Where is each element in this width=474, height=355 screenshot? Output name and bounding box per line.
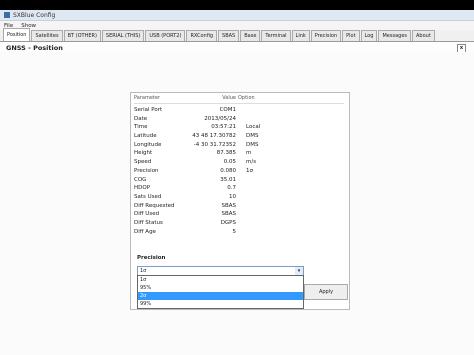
precision-option[interactable]: 95% <box>138 284 303 292</box>
row-option: DMS <box>246 141 259 148</box>
table-row: Time 03:57:21 Local <box>134 123 344 132</box>
row-value: 0.080 <box>220 167 236 174</box>
row-value: 03:57:21 <box>211 124 236 131</box>
tab-base[interactable]: Base <box>240 30 261 41</box>
table-row: Diff Age 5 <box>134 228 344 237</box>
table-header: Parameter Value Option <box>134 95 344 104</box>
row-value: 5 <box>232 228 237 235</box>
row-value: SBAS <box>221 202 236 209</box>
table-row: Diff Requested SBAS <box>134 202 344 211</box>
header-parameter: Parameter <box>134 95 161 101</box>
tab-position[interactable]: Position <box>3 28 31 41</box>
table-row: Sats Used 10 <box>134 193 344 202</box>
row-value: COM1 <box>219 107 236 113</box>
app-icon <box>4 12 10 18</box>
row-value: 35.01 <box>220 176 236 183</box>
tab-link[interactable]: Link <box>291 30 310 41</box>
row-option: DMS <box>246 133 259 140</box>
row-value: 87.385 <box>216 150 236 157</box>
row-value: 43 48 17.30782 <box>192 133 236 140</box>
precision-option[interactable]: 99% <box>138 300 303 308</box>
tab-plot[interactable]: Plot <box>342 30 360 41</box>
row-value: 0.7 <box>227 185 236 192</box>
table-body: Serial Port COM1 Date 2013/05/24 Time 03:57:2… <box>134 106 344 236</box>
row-value: -4 30 31.72352 <box>193 141 236 148</box>
row-value: 0.05 <box>223 159 236 166</box>
window-title: SXBlue Config <box>13 11 56 19</box>
table-row: Latitude 43 48 17.30782 DMS <box>134 132 344 141</box>
table-row: Height 87.385 m <box>134 149 344 158</box>
precision-dropdown-list: 1σ 95% 2σ 99% <box>137 275 304 309</box>
tab-satellites[interactable]: Satellites <box>31 30 63 41</box>
precision-option[interactable]: 1σ <box>138 276 303 284</box>
table-row: HDOP 0.7 <box>134 184 344 193</box>
precision-label: Precision <box>137 255 166 261</box>
table-row: COG 35.01 <box>134 176 344 185</box>
table-row: Longitude -4 30 31.72352 DMS <box>134 141 344 150</box>
tab-sbas[interactable]: SBAS <box>218 30 240 41</box>
tab-serial-this[interactable]: SERIAL (THIS) <box>101 30 145 41</box>
row-value: 2013/05/24 <box>204 115 236 122</box>
row-option: Local <box>246 124 261 131</box>
tab-terminal[interactable]: Terminal <box>261 30 291 41</box>
row-value: DGPS <box>220 219 236 226</box>
tab-usb-port2[interactable]: USB (PORT2) <box>145 30 186 41</box>
apply-button[interactable]: Apply <box>304 284 348 300</box>
chevron-down-icon[interactable]: ▾ <box>295 267 303 275</box>
table-row: Speed 0.05 m/s <box>134 158 344 167</box>
tab-about[interactable]: About <box>412 30 435 41</box>
row-option: m/s <box>246 159 257 166</box>
tab-bt-other[interactable]: BT (OTHER) <box>63 30 101 41</box>
precision-option-highlighted[interactable]: 2σ <box>138 292 303 300</box>
row-option: m <box>246 150 252 157</box>
row-value: SBAS <box>221 211 236 218</box>
tab-log[interactable]: Log <box>360 30 378 41</box>
header-option: Option <box>238 95 255 101</box>
tab-strip: Position Satellites BT (OTHER) SERIAL (T… <box>0 28 474 42</box>
content-area: Parameter Value Option Serial Port COM1 Da… <box>0 52 474 355</box>
table-row: Diff Used SBAS <box>134 210 344 219</box>
section-title: GNSS - Position <box>6 44 63 52</box>
precision-selected-value: 1σ <box>140 268 147 274</box>
row-value: 10 <box>229 193 236 200</box>
tab-precision[interactable]: Precision <box>310 30 342 41</box>
header-value: Value <box>222 95 236 101</box>
table-row: Serial Port COM1 <box>134 106 344 115</box>
tab-messages[interactable]: Messages <box>378 30 412 41</box>
table-row: Date 2013/05/24 <box>134 115 344 124</box>
tab-rxconfig[interactable]: RXConfig <box>186 30 218 41</box>
table-row: Precision 0.080 1σ <box>134 167 344 176</box>
menu-bar: File Show <box>0 21 474 30</box>
title-bar: SXBlue Config <box>0 10 474 21</box>
table-row: Diff Status DGPS <box>134 219 344 228</box>
row-option: 1σ <box>246 167 253 174</box>
